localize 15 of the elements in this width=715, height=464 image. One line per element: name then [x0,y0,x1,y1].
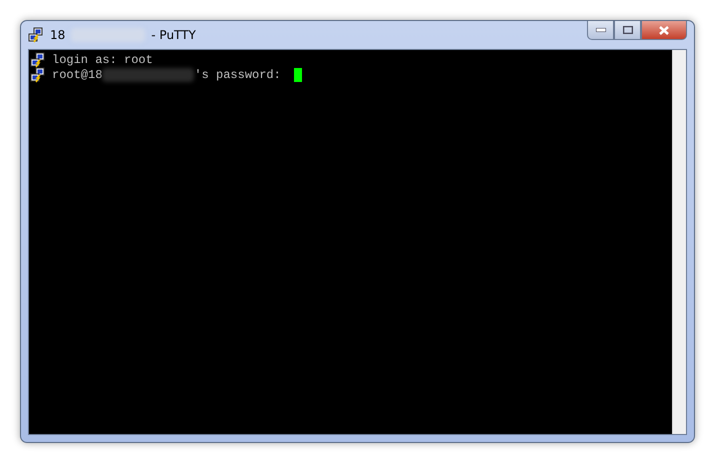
minimize-button[interactable] [587,21,614,40]
window-title: - PuTTY [151,28,196,42]
terminal-icon [30,52,46,68]
maximize-icon [622,26,632,34]
close-button[interactable] [641,21,687,40]
close-icon [659,26,669,34]
terminal-icon [28,27,44,43]
maximize-button[interactable] [614,21,641,40]
minimize-icon [596,28,606,32]
terminal-line: login as: root [52,52,153,66]
window-title: 18 [50,28,66,42]
terminal-icon [30,66,46,82]
terminal-text: root@18 [52,68,102,82]
scrollbar[interactable] [672,50,686,434]
terminal-text: 's password: [194,68,281,82]
